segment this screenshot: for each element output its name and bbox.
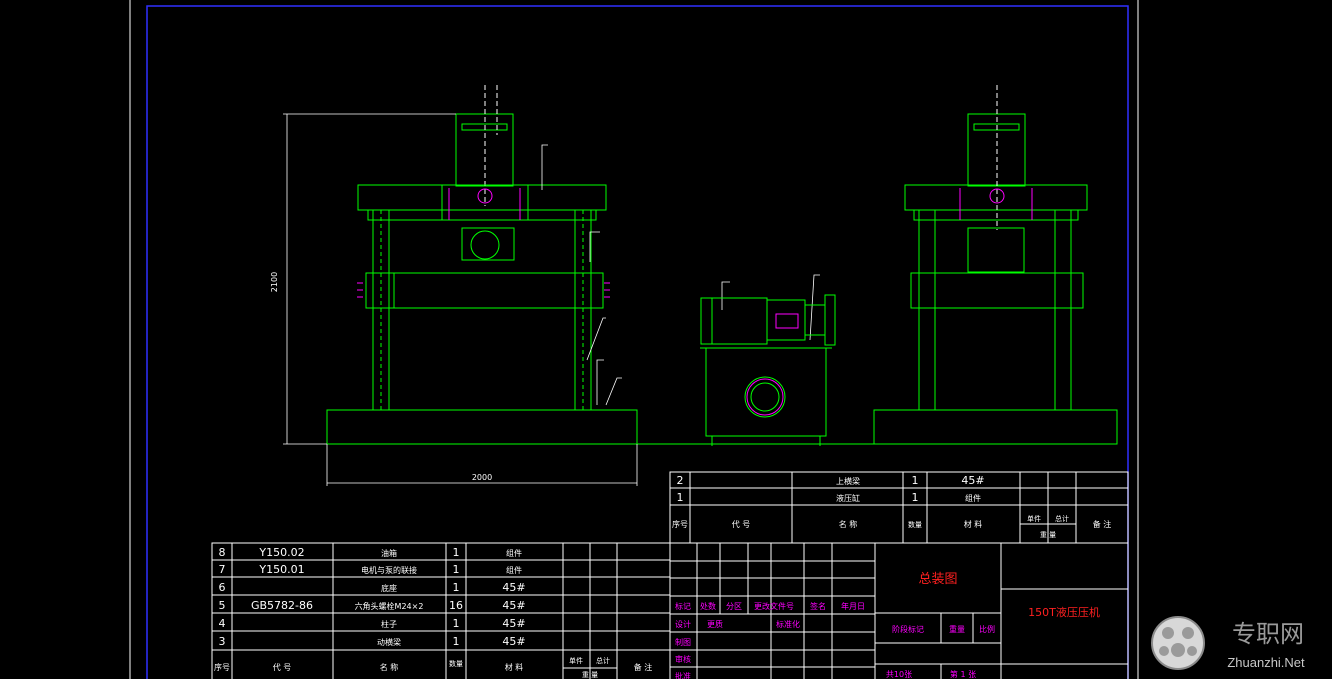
press-front-view bbox=[326, 85, 875, 445]
bom-row-no: 8 bbox=[219, 546, 226, 559]
bom-header-total-weight: 总计 bbox=[1055, 514, 1069, 523]
bom-header-qty: 数量 bbox=[449, 659, 463, 668]
bom-upper-grid bbox=[669, 471, 1129, 544]
bom-row-material: 45# bbox=[961, 474, 984, 487]
sign-label: 标准化 bbox=[776, 619, 800, 629]
press-side-view bbox=[873, 113, 1118, 445]
drawing-frame bbox=[146, 5, 1129, 679]
bom-row-material: 45# bbox=[502, 581, 525, 594]
rev-header: 签名 bbox=[810, 601, 826, 611]
sign-label: 批准 bbox=[675, 671, 691, 679]
bom-row-qty: 1 bbox=[453, 581, 460, 594]
sign-label: 更质 bbox=[707, 619, 723, 629]
bom-header-name: 名 称 bbox=[839, 519, 858, 529]
coupling-detail bbox=[746, 313, 799, 416]
bom-row-qty: 1 bbox=[453, 635, 460, 648]
bom-row-code: Y150.01 bbox=[258, 563, 304, 576]
bom-row-code: Y150.02 bbox=[258, 546, 304, 559]
sign-label: 设计 bbox=[675, 619, 691, 629]
height-dimension: 2100 bbox=[270, 272, 279, 292]
bom-header-qty: 数量 bbox=[908, 520, 922, 529]
rev-header: 年月日 bbox=[841, 601, 865, 611]
bolt-detail-side bbox=[959, 188, 1033, 220]
bom-row-name: 底座 bbox=[381, 583, 397, 593]
sheet-total: 共10张 bbox=[886, 670, 912, 679]
bom-row-no: 5 bbox=[219, 599, 226, 612]
bom-header-total-weight: 总计 bbox=[596, 656, 610, 665]
bom-row-qty: 1 bbox=[453, 617, 460, 630]
bom-row-name: 电机与泵的联接 bbox=[361, 565, 417, 575]
bom-row-code: GB5782-86 bbox=[251, 599, 313, 612]
rev-header: 更改文件号 bbox=[754, 601, 794, 611]
watermark-cn: 专职网 bbox=[1232, 620, 1304, 648]
bom-row-qty: 1 bbox=[912, 491, 919, 504]
bom-row-material: 45# bbox=[502, 599, 525, 612]
bom-row-material: 45# bbox=[502, 635, 525, 648]
sign-label: 制图 bbox=[675, 637, 691, 647]
bom-header-weight: 重 量 bbox=[582, 671, 598, 679]
bom-row-no: 7 bbox=[219, 563, 226, 576]
bom-row-name: 柱子 bbox=[381, 619, 397, 629]
bom-header-remark: 备 注 bbox=[1093, 519, 1112, 529]
bom-row-name: 上横梁 bbox=[836, 476, 860, 486]
bom-row-name: 液压缸 bbox=[836, 493, 860, 503]
bom-row-no: 1 bbox=[677, 491, 684, 504]
bom-row-material: 组件 bbox=[506, 565, 522, 575]
bom-header-no: 序号 bbox=[214, 662, 230, 672]
bolt-detail-front bbox=[357, 188, 610, 298]
bom-header-no: 序号 bbox=[672, 519, 688, 529]
dimension-lines bbox=[283, 113, 820, 486]
pump-station bbox=[700, 294, 836, 446]
drawing-title: 总装图 bbox=[918, 572, 957, 587]
bom-header-remark: 备 注 bbox=[634, 662, 653, 672]
drawing-canvas: 2100 2000 2 上横梁 1 45# 1 液压缸 1 组件 序号 代 号 … bbox=[129, 0, 1305, 679]
bom-header-unit-weight: 单件 bbox=[1027, 514, 1041, 523]
rev-header: 处数 bbox=[700, 601, 716, 611]
sheet-number: 第 1 张 bbox=[950, 669, 976, 679]
bom-row-no: 3 bbox=[219, 635, 226, 648]
rev-header: 分区 bbox=[726, 602, 742, 611]
bom-row-qty: 1 bbox=[912, 474, 919, 487]
bom-header-weight: 重 量 bbox=[1040, 531, 1056, 539]
bom-row-no: 2 bbox=[677, 474, 684, 487]
rev-header: 标记 bbox=[675, 601, 691, 611]
sign-label: 审核 bbox=[675, 654, 691, 664]
bom-header-material: 材 料 bbox=[964, 519, 983, 529]
bom-row-no: 4 bbox=[219, 617, 226, 630]
bom-row-no: 6 bbox=[219, 581, 226, 594]
bom-row-qty: 16 bbox=[449, 599, 463, 612]
bom-header-code: 代 号 bbox=[273, 662, 292, 672]
stage-label: 比例 bbox=[979, 624, 995, 634]
sign-rows: 设计 更质 标准化 制图 审核 批准 bbox=[675, 619, 800, 679]
bom-header-material: 材 料 bbox=[505, 662, 524, 672]
watermark: 专职网 Zhuanzhi.Net bbox=[1151, 616, 1305, 670]
width-dimension: 2000 bbox=[472, 473, 492, 482]
product-title: 150T液压压机 bbox=[1028, 605, 1100, 619]
bom-row-name: 动横梁 bbox=[377, 637, 401, 647]
bom-row-material: 组件 bbox=[965, 493, 981, 503]
watermark-en: Zhuanzhi.Net bbox=[1227, 655, 1305, 670]
bom-upper-rows: 2 上横梁 1 45# 1 液压缸 1 组件 序号 代 号 名 称 数量 材 料… bbox=[672, 474, 1111, 539]
bom-row-material: 45# bbox=[502, 617, 525, 630]
bom-row-name: 六角头螺栓M24×2 bbox=[355, 601, 424, 611]
bom-header-unit-weight: 单件 bbox=[569, 656, 583, 665]
bom-row-qty: 1 bbox=[453, 546, 460, 559]
revision-headers: 标记 处数 分区 更改文件号 签名 年月日 bbox=[675, 601, 865, 611]
stage-label: 重量 bbox=[949, 624, 965, 634]
bom-header-name: 名 称 bbox=[380, 662, 399, 672]
bom-row-qty: 1 bbox=[453, 563, 460, 576]
bom-row-material: 组件 bbox=[506, 548, 522, 558]
bom-row-name: 油箱 bbox=[381, 548, 397, 558]
stage-labels: 阶段标记 重量 比例 bbox=[892, 624, 995, 634]
stage-label: 阶段标记 bbox=[892, 624, 924, 634]
bom-header-code: 代 号 bbox=[732, 519, 751, 529]
